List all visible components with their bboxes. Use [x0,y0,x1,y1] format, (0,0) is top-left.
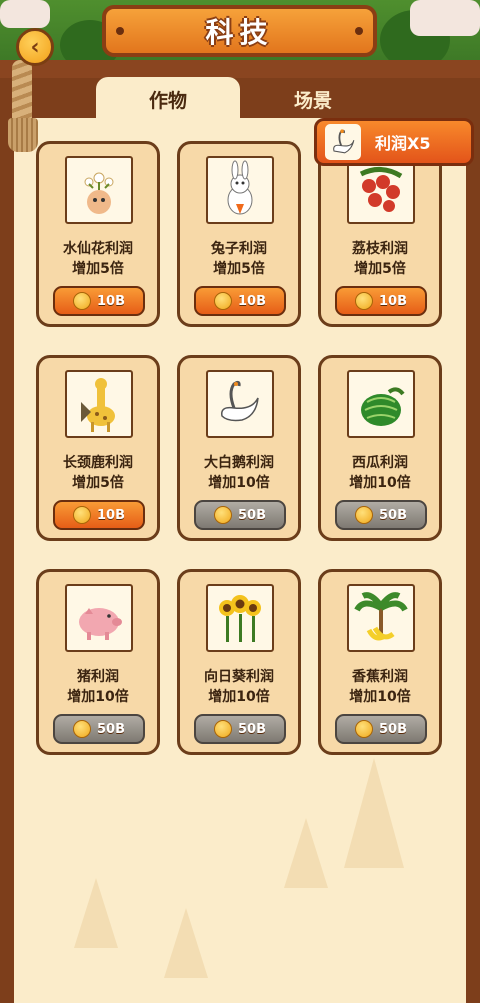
pig-icon [79,608,122,640]
tech-card-name: 大白鹅利润 [204,455,274,471]
upgrade-price: 10B [97,293,125,309]
lychee-icon [359,167,403,212]
coin-icon [355,292,373,310]
coin-icon [214,720,232,738]
tech-card-name: 西瓜利润 [352,455,408,471]
tech-card: 大白鹅利润增加10倍 50B [177,355,301,541]
tech-card-name: 长颈鹿利润 [63,455,133,471]
banana-icon [354,592,408,641]
tech-card-image [206,156,274,224]
swan-icon [221,380,259,422]
tab-scenes-label: 场景 [293,90,332,112]
coin-icon [214,292,232,310]
tech-card-name: 香蕉利润 [352,669,408,685]
tech-card: 向日葵利润增加10倍 50B [177,569,301,755]
upgrade-button[interactable]: 50B [194,714,286,744]
tech-card-name: 兔子利润 [211,241,267,257]
tech-card-effect: 增加10倍 [349,689,411,705]
upgrade-button[interactable]: 50B [335,714,427,744]
coin-icon [73,292,91,310]
upgrade-price: 50B [379,507,407,523]
page-title: 科技 [205,16,274,49]
back-arrow-icon: ‹ [30,34,40,60]
upgrade-button[interactable]: 10B [335,286,427,316]
giraffe-icon [81,378,115,432]
sunflower-icon [219,595,261,642]
tech-card-effect: 增加5倍 [354,261,406,277]
tech-card-effect: 增加5倍 [72,475,124,491]
tech-card-image [65,156,133,224]
tech-card-name: 荔枝利润 [352,241,408,257]
rabbit-icon [227,160,253,215]
tech-card: 荔枝利润增加5倍 10B [318,141,442,327]
tab-scenes[interactable]: 场景 [243,77,383,122]
tech-card-image [347,584,415,652]
watermelon-icon [361,387,405,426]
coin-icon [73,506,91,524]
coin-icon [355,506,373,524]
upgrade-price: 50B [379,721,407,737]
tab-crops[interactable]: 作物 [96,77,240,122]
upgrade-price: 50B [238,721,266,737]
swan-icon [325,124,361,160]
profit-bonus-badge[interactable]: 利润X5 [314,118,474,166]
tech-card-image [65,584,133,652]
upgrade-button[interactable]: 50B [194,500,286,530]
tech-card-image [206,370,274,438]
upgrade-button[interactable]: 10B [53,500,145,530]
upgrade-button[interactable]: 50B [53,714,145,744]
tech-card: 兔子利润增加5倍 10B [177,141,301,327]
rope-tassel [8,118,38,152]
tab-crops-label: 作物 [148,90,187,112]
tech-card-image [347,156,415,224]
tech-card: 西瓜利润增加10倍 50B [318,355,442,541]
header-wood-strip [0,60,480,80]
title-board: 科技 [102,5,377,57]
upgrade-button[interactable]: 50B [335,500,427,530]
tech-card: 水仙花利润增加5倍 10B [36,141,160,327]
back-button[interactable]: ‹ [16,28,54,66]
upgrade-button[interactable]: 10B [194,286,286,316]
tech-card: 香蕉利润增加10倍 50B [318,569,442,755]
tech-card-effect: 增加5倍 [213,261,265,277]
tech-card-effect: 增加10倍 [349,475,411,491]
tech-card-effect: 增加10倍 [67,689,129,705]
coin-icon [214,506,232,524]
upgrade-price: 10B [238,293,266,309]
upgrade-price: 50B [238,507,266,523]
upgrade-button[interactable]: 10B [53,286,145,316]
tech-card-image [206,584,274,652]
tech-card-image [347,370,415,438]
tech-card-name: 向日葵利润 [204,669,274,685]
tech-card-effect: 增加10倍 [208,689,270,705]
upgrade-price: 10B [97,507,125,523]
tech-card: 猪利润增加10倍 50B [36,569,160,755]
tech-card: 长颈鹿利润增加5倍 10B [36,355,160,541]
tech-card-image [65,370,133,438]
daffodil-icon [84,172,114,214]
tech-card-name: 猪利润 [77,669,119,685]
tech-card-effect: 增加10倍 [208,475,270,491]
tech-card-name: 水仙花利润 [63,241,133,257]
tech-card-effect: 增加5倍 [72,261,124,277]
profit-bonus-label: 利润X5 [375,134,431,153]
coin-icon [73,720,91,738]
coin-icon [355,720,373,738]
upgrade-price: 50B [97,721,125,737]
upgrade-price: 10B [379,293,407,309]
